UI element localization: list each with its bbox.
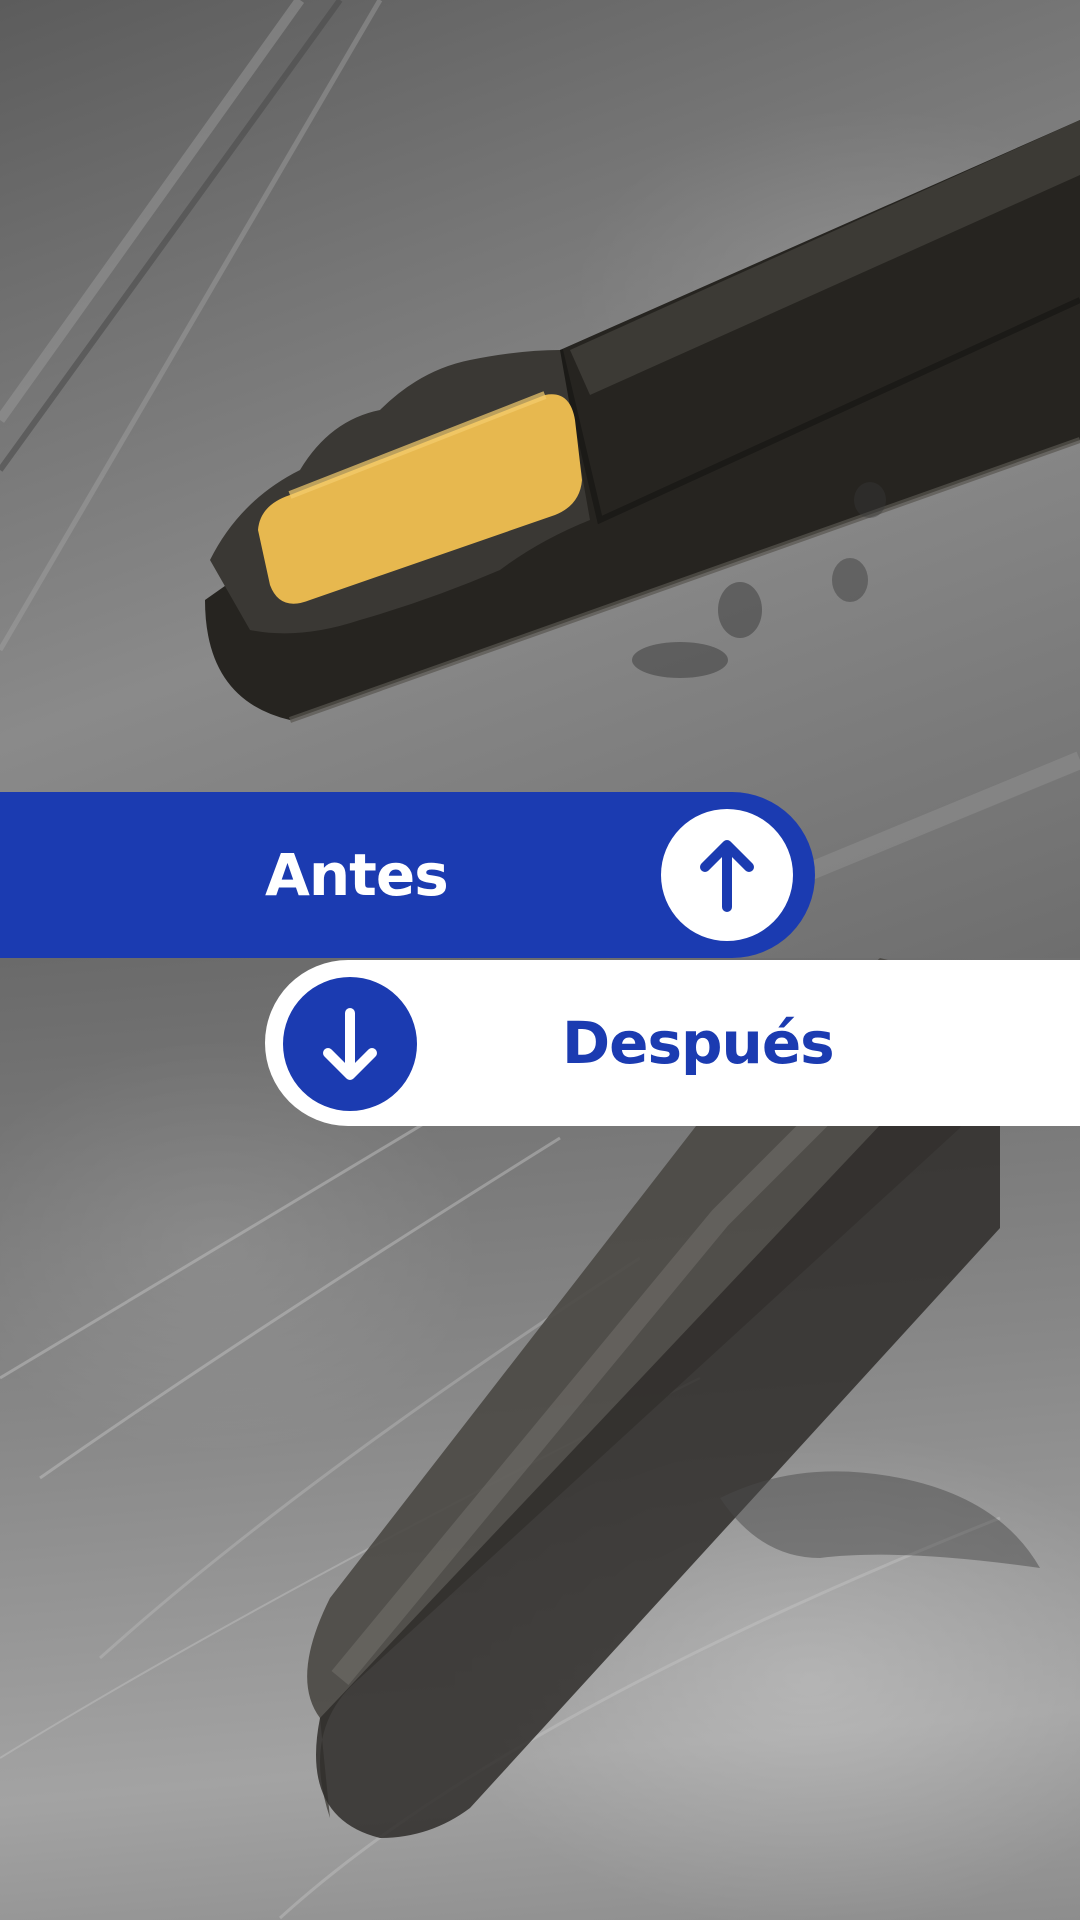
- arrow-up-icon: [661, 809, 793, 941]
- after-label: Después: [562, 1009, 835, 1077]
- arrow-down-icon: [283, 977, 417, 1111]
- before-label: Antes: [265, 841, 449, 909]
- before-label-bar: Antes: [0, 792, 815, 958]
- before-after-comparison: Antes Después: [0, 0, 1080, 1920]
- after-label-bar: Después: [265, 960, 1080, 1126]
